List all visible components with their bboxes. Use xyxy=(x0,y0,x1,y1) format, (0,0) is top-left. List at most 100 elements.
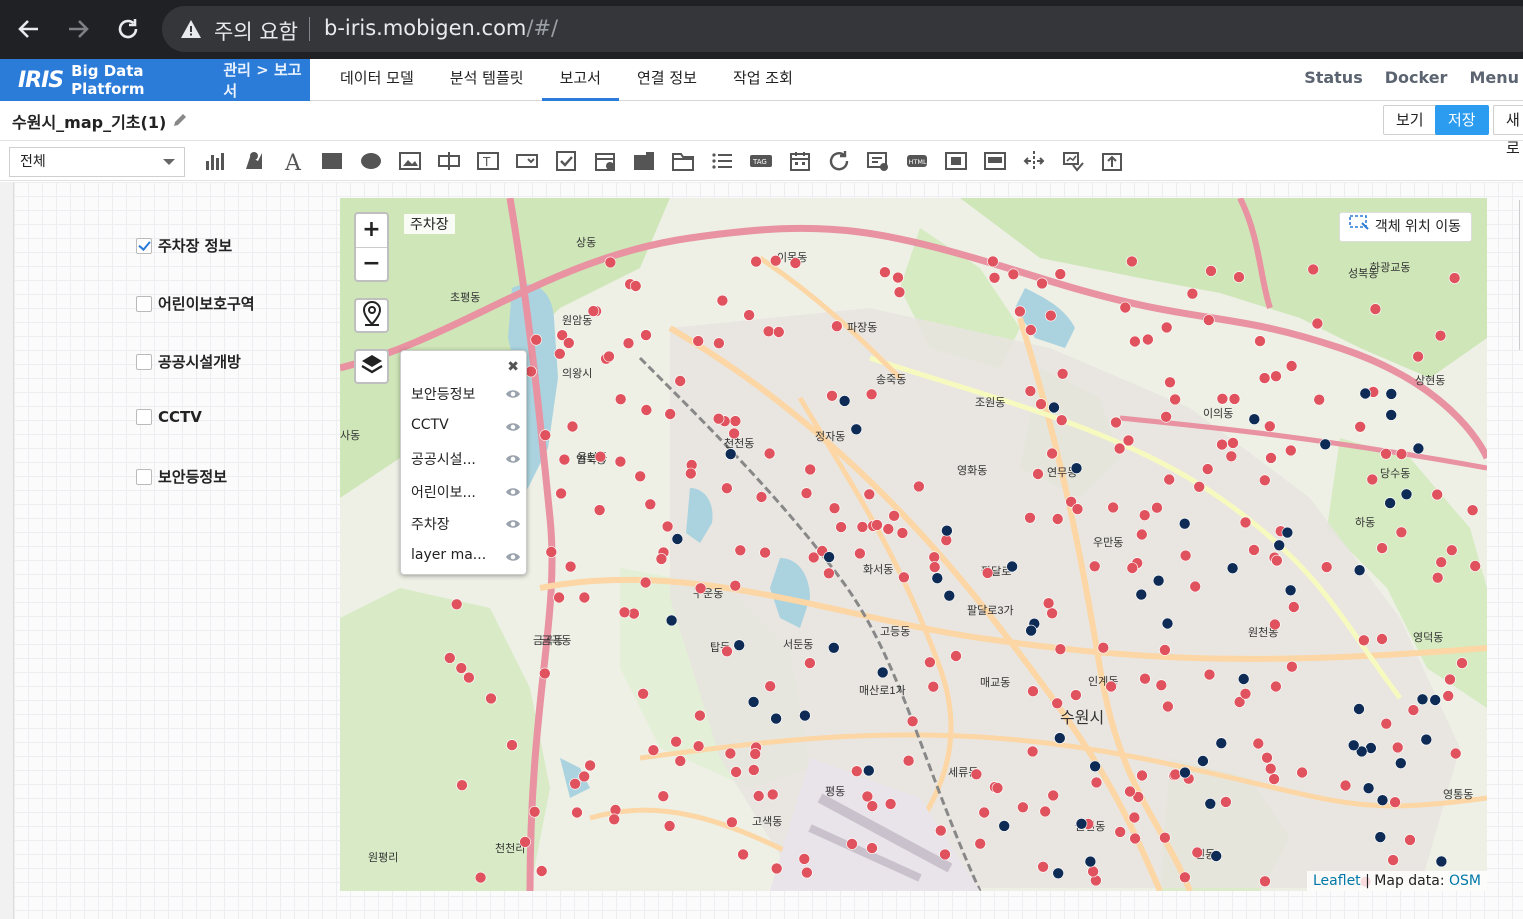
parking-marker[interactable] xyxy=(737,848,749,861)
parking-marker[interactable] xyxy=(578,770,590,783)
parking-marker[interactable] xyxy=(604,256,617,269)
panel-icon[interactable] xyxy=(983,149,1007,173)
parking-marker[interactable] xyxy=(1179,549,1192,562)
parking-marker[interactable] xyxy=(463,671,475,684)
parking-marker[interactable] xyxy=(906,715,919,728)
parking-marker[interactable] xyxy=(1339,779,1352,792)
parking-marker[interactable] xyxy=(743,309,755,321)
layer-item[interactable]: CCTV xyxy=(411,417,521,439)
parking-marker[interactable] xyxy=(762,325,775,338)
eye-icon[interactable] xyxy=(505,453,521,469)
parking-marker[interactable] xyxy=(1056,368,1069,380)
parking-marker[interactable] xyxy=(801,866,813,879)
list-icon[interactable] xyxy=(710,149,734,173)
parking-marker[interactable] xyxy=(640,329,652,341)
parking-marker[interactable] xyxy=(1119,301,1132,314)
cctv-marker[interactable] xyxy=(1025,624,1037,637)
parking-marker[interactable] xyxy=(1014,305,1026,318)
parking-marker[interactable] xyxy=(1248,544,1260,556)
parking-marker[interactable] xyxy=(558,453,571,466)
parking-marker[interactable] xyxy=(1159,831,1171,844)
parking-marker[interactable] xyxy=(798,853,811,865)
parking-marker[interactable] xyxy=(755,491,768,503)
cctv-marker[interactable] xyxy=(823,551,835,563)
security-light-checkbox[interactable] xyxy=(136,468,152,485)
parking-marker[interactable] xyxy=(1151,501,1163,514)
parking-marker[interactable] xyxy=(759,546,771,559)
parking-marker[interactable] xyxy=(1261,751,1273,764)
filter-public-facility[interactable]: 공공시설개방 xyxy=(136,351,241,372)
chart-link-icon[interactable] xyxy=(1061,149,1085,173)
tab-job-query[interactable]: 작업 조회 xyxy=(715,59,811,101)
image-icon[interactable] xyxy=(398,149,422,173)
map-widget[interactable]: 이목동 하광교동 파장동 송죽동 조원동 천천동 정자동 영화동 연무동 이의동 율천동 화서동 우만동… xyxy=(340,198,1487,891)
parking-marker[interactable] xyxy=(1469,560,1481,572)
save-button[interactable]: 저장 xyxy=(1435,105,1489,135)
menu-link[interactable]: Menu xyxy=(1469,59,1519,101)
parking-marker[interactable] xyxy=(640,404,653,416)
parking-marker[interactable] xyxy=(1191,846,1204,859)
parking-marker[interactable] xyxy=(1193,480,1206,493)
cctv-marker[interactable] xyxy=(1412,442,1425,455)
parking-marker[interactable] xyxy=(1376,633,1388,645)
cctv-marker[interactable] xyxy=(1435,855,1448,868)
address-bar[interactable]: 주의 요함 b-iris.mobigen.com/#/ xyxy=(162,6,1523,52)
parking-marker[interactable] xyxy=(1046,607,1058,620)
osm-link[interactable]: OSM xyxy=(1449,873,1481,889)
parking-marker[interactable] xyxy=(1024,385,1037,397)
parking-marker[interactable] xyxy=(1105,680,1117,693)
parking-marker[interactable] xyxy=(1007,268,1020,281)
parking-marker[interactable] xyxy=(553,591,565,604)
parking-marker[interactable] xyxy=(835,521,847,533)
cctv-marker[interactable] xyxy=(665,614,678,627)
parking-marker[interactable] xyxy=(535,865,548,877)
view-button[interactable]: 보기 xyxy=(1383,105,1437,135)
parking-marker[interactable] xyxy=(664,408,677,420)
eye-icon[interactable] xyxy=(505,388,521,404)
parking-marker[interactable] xyxy=(1201,463,1214,475)
parking-marker[interactable] xyxy=(1037,860,1049,873)
parking-marker[interactable] xyxy=(637,687,649,700)
parking-checkbox[interactable] xyxy=(136,237,152,254)
reload-icon[interactable] xyxy=(113,14,143,44)
parking-marker[interactable] xyxy=(726,816,738,829)
parking-marker[interactable] xyxy=(1129,832,1141,845)
cctv-marker[interactable] xyxy=(1084,855,1097,868)
cctv-marker[interactable] xyxy=(827,641,840,654)
parking-marker[interactable] xyxy=(1258,372,1271,384)
cctv-marker[interactable] xyxy=(1052,867,1065,880)
cctv-marker[interactable] xyxy=(1429,694,1441,706)
ellipse-icon[interactable] xyxy=(359,149,383,173)
parking-marker[interactable] xyxy=(1055,414,1068,426)
parking-marker[interactable] xyxy=(866,842,878,854)
parking-marker[interactable] xyxy=(1035,398,1047,410)
parking-marker[interactable] xyxy=(1407,704,1420,716)
parking-marker[interactable] xyxy=(927,680,940,693)
cctv-marker[interactable] xyxy=(838,395,851,407)
zoom-out-button[interactable]: − xyxy=(356,247,387,280)
cctv-marker[interactable] xyxy=(1152,574,1165,587)
parking-marker[interactable] xyxy=(1017,801,1029,814)
security-warning-label[interactable]: 주의 요함 xyxy=(214,16,298,46)
parking-marker[interactable] xyxy=(1024,511,1036,524)
parking-marker[interactable] xyxy=(1139,672,1151,685)
parking-marker[interactable] xyxy=(614,455,627,468)
text-icon[interactable]: A xyxy=(281,149,305,176)
parking-marker[interactable] xyxy=(692,740,705,753)
status-link[interactable]: Status xyxy=(1304,59,1363,101)
cctv-marker[interactable] xyxy=(1362,782,1375,795)
forward-icon[interactable] xyxy=(63,14,93,44)
parking-marker[interactable] xyxy=(1142,333,1154,346)
parking-marker[interactable] xyxy=(871,519,883,531)
move-object-button[interactable]: 객체 위치 이동 xyxy=(1338,212,1472,242)
parking-marker[interactable] xyxy=(1354,421,1367,433)
cctv-marker[interactable] xyxy=(850,423,863,436)
bar-chart-icon[interactable] xyxy=(203,149,227,173)
parking-marker[interactable] xyxy=(528,805,541,818)
parking-marker[interactable] xyxy=(1268,773,1280,785)
parking-marker[interactable] xyxy=(1435,556,1447,569)
cctv-marker[interactable] xyxy=(876,666,889,679)
parking-marker[interactable] xyxy=(1233,271,1245,283)
parking-marker[interactable] xyxy=(485,692,497,705)
form-icon[interactable] xyxy=(866,149,890,173)
